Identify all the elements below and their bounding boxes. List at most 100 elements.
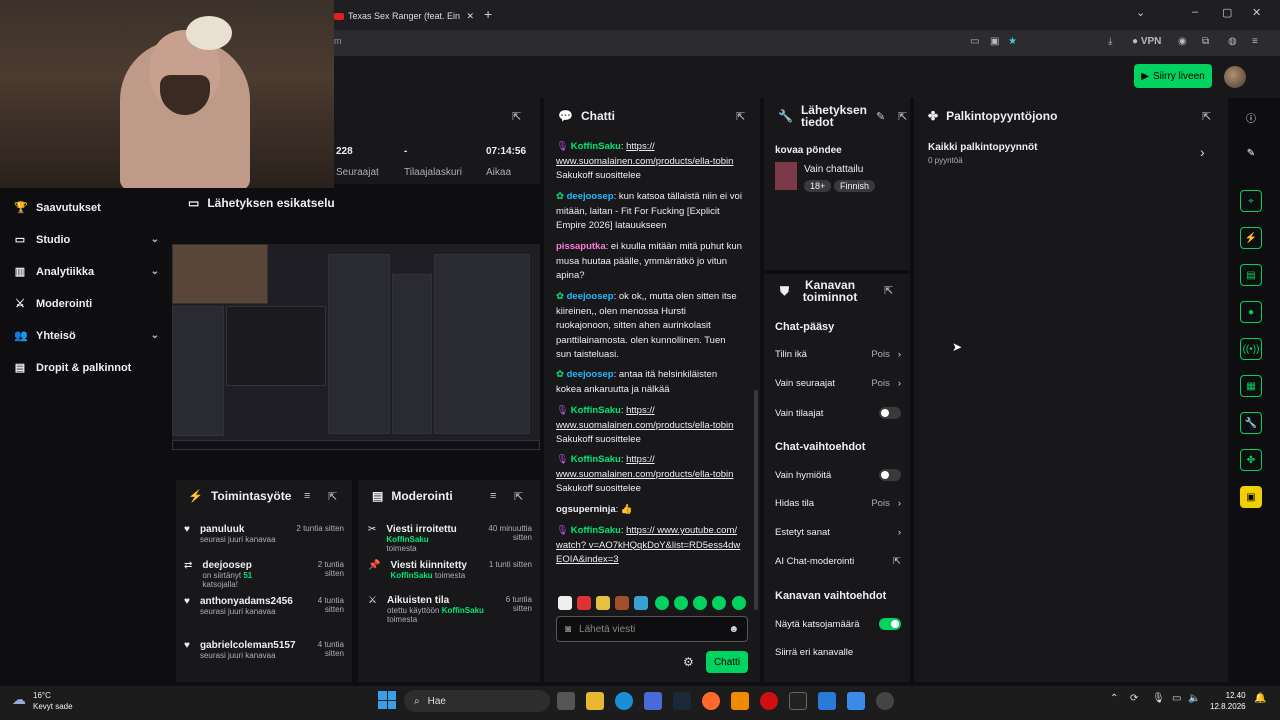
sidebar-item-studio[interactable]: ▭ Studio ⌄ xyxy=(14,233,159,247)
mod-actor[interactable]: KoffinSaku xyxy=(390,571,432,580)
windows-start-icon[interactable] xyxy=(378,691,396,709)
emote-icon[interactable] xyxy=(558,596,572,610)
emote-icon[interactable] xyxy=(674,596,688,610)
firefox-icon[interactable] xyxy=(702,692,720,710)
new-tab-button[interactable]: + xyxy=(484,6,492,22)
setting-row[interactable]: Vain seuraajat Pois › xyxy=(775,378,901,389)
chat-input[interactable]: ◙ Lähetä viesti ☻ xyxy=(556,616,748,642)
stream-category[interactable]: Vain chattailu xyxy=(804,164,863,175)
edit-icon[interactable]: ✎ xyxy=(1240,142,1262,164)
vlc-icon[interactable] xyxy=(731,692,749,710)
chat-username[interactable]: ogsuperninja xyxy=(556,504,616,515)
feed-user[interactable]: gabrielcoleman5157 xyxy=(200,640,296,651)
sidebar-item-analytics[interactable]: ▥ Analytiikka ⌄ xyxy=(14,265,159,279)
edge-icon[interactable] xyxy=(615,692,633,710)
app-icon[interactable] xyxy=(847,692,865,710)
notification-bell-icon[interactable]: 🔔 xyxy=(1254,693,1266,704)
chat-username[interactable]: deejoosep xyxy=(567,291,614,302)
chat-send-button[interactable]: Chatti xyxy=(706,651,748,673)
popout-icon[interactable]: ⇱ xyxy=(514,490,523,503)
star-icon[interactable]: ★ xyxy=(1008,36,1017,47)
extensions-icon[interactable]: ⧉ xyxy=(1202,36,1209,47)
sidebar-item-community[interactable]: 👥 Yhteisö ⌄ xyxy=(14,329,159,343)
chat-username[interactable]: KoffinSaku xyxy=(571,141,621,152)
emote-icon[interactable] xyxy=(577,596,591,610)
tray-app-icon[interactable]: ⟳ xyxy=(1130,693,1138,704)
info-icon[interactable]: ⓘ xyxy=(1240,106,1262,128)
clapper-icon[interactable]: ▣ xyxy=(1240,486,1262,508)
broadcast-icon[interactable]: ((•)) xyxy=(1240,338,1262,360)
all-rewards-link[interactable]: Kaikki palkintopyynnöt xyxy=(928,142,1037,153)
emote-icon[interactable] xyxy=(615,596,629,610)
sidebar-item-moderation[interactable]: ⚔ Moderointi xyxy=(14,297,159,311)
vpn-button[interactable]: ● VPN xyxy=(1132,36,1161,47)
setting-row[interactable]: AI Chat-moderointi ⇱ xyxy=(775,556,901,567)
task-view-icon[interactable] xyxy=(557,692,575,710)
terminal-icon[interactable] xyxy=(789,692,807,710)
store-icon[interactable] xyxy=(644,692,662,710)
sidebar-item-achievements[interactable]: 🏆 Saavutukset xyxy=(14,201,159,215)
emote-icon[interactable] xyxy=(596,596,610,610)
chat-username[interactable]: pissaputka xyxy=(556,241,606,252)
emotes-only-toggle[interactable] xyxy=(879,469,901,481)
taskbar-clock[interactable]: 12.40 12.8.2026 xyxy=(1210,690,1246,712)
chat-scrollbar[interactable] xyxy=(754,390,758,610)
opera-icon[interactable] xyxy=(760,692,778,710)
close-window-button[interactable]: ✕ xyxy=(1252,6,1261,19)
go-live-button[interactable]: ▶ Siirry liveen xyxy=(1134,64,1212,88)
layers-icon[interactable]: ▦ xyxy=(1240,375,1262,397)
sidebar-item-drops[interactable]: ▤ Dropit & palkinnot xyxy=(14,361,159,375)
network-icon[interactable]: ▭ xyxy=(1172,693,1181,704)
menu-icon[interactable]: ≡ xyxy=(1252,36,1258,47)
feed-user[interactable]: deejoosep xyxy=(202,560,287,571)
chat-username[interactable]: KoffinSaku xyxy=(571,525,621,536)
weather-widget[interactable]: 16°C Kevyt sade xyxy=(33,690,73,712)
tab-list-icon[interactable]: ⌄ xyxy=(1136,6,1145,19)
volume-icon[interactable]: 🔈 xyxy=(1188,693,1200,704)
subscribers-only-toggle[interactable] xyxy=(879,407,901,419)
tag-badge[interactable]: 18+ xyxy=(804,180,832,192)
chevron-right-icon[interactable]: › xyxy=(1200,144,1205,160)
chat-username[interactable]: deejoosep xyxy=(567,369,614,380)
feed-user[interactable]: panuluuk xyxy=(200,524,276,535)
viewer-count-toggle[interactable] xyxy=(879,618,901,630)
file-explorer-icon[interactable] xyxy=(586,692,604,710)
setting-row[interactable]: Siirrä eri kanavalle xyxy=(775,647,901,658)
screen-icon[interactable]: ▭ xyxy=(970,36,979,47)
setting-row[interactable]: Estetyt sanat › xyxy=(775,527,901,538)
chat-username[interactable]: KoffinSaku xyxy=(571,405,621,416)
avatar[interactable] xyxy=(1224,66,1246,88)
download-icon[interactable]: ⤓ xyxy=(1108,36,1112,47)
tag-badge[interactable]: Finnish xyxy=(834,180,876,192)
emote-icon[interactable] xyxy=(655,596,669,610)
filter-icon[interactable]: ≡ xyxy=(490,490,496,502)
setting-row[interactable]: Hidas tila Pois › xyxy=(775,498,901,509)
emote-icon[interactable] xyxy=(732,596,746,610)
tray-chevron-icon[interactable]: ⌃ xyxy=(1110,693,1118,704)
popout-icon[interactable]: ⇱ xyxy=(328,490,337,503)
chat-bubble-icon[interactable]: ● xyxy=(1240,301,1262,323)
steam-icon[interactable] xyxy=(673,692,691,710)
feed-user[interactable]: anthonyadams2456 xyxy=(200,596,293,607)
emote-icon[interactable] xyxy=(693,596,707,610)
chat-username[interactable]: KoffinSaku xyxy=(571,454,621,465)
document-icon[interactable]: ▤ xyxy=(1240,264,1262,286)
popout-icon[interactable]: ⇱ xyxy=(898,110,907,123)
filter-icon[interactable]: ≡ xyxy=(304,490,310,502)
mod-actor[interactable]: KoffinSaku xyxy=(442,606,484,615)
emoji-icon[interactable]: ☻ xyxy=(728,624,739,635)
stream-preview-image[interactable] xyxy=(172,244,540,450)
popout-icon[interactable]: ⇱ xyxy=(884,284,893,297)
setting-row[interactable]: Tilin ikä Pois › xyxy=(775,349,901,360)
minimize-button[interactable]: – xyxy=(1192,6,1198,18)
emote-icon[interactable] xyxy=(634,596,648,610)
mic-icon[interactable]: 🎙 xyxy=(1152,693,1165,704)
rewards-icon[interactable]: ✤ xyxy=(1240,449,1262,471)
popout-icon[interactable]: ⇱ xyxy=(512,110,521,123)
edit-icon[interactable]: ✎ xyxy=(876,110,885,123)
focus-icon[interactable]: ⌖ xyxy=(1240,190,1262,212)
profile-icon[interactable]: ◉ xyxy=(1178,36,1187,47)
maximize-button[interactable]: ▢ xyxy=(1222,6,1232,19)
browser-tab[interactable]: Texas Sex Ranger (feat. Ein ✕ xyxy=(334,5,474,27)
close-tab-icon[interactable]: ✕ xyxy=(466,11,474,22)
